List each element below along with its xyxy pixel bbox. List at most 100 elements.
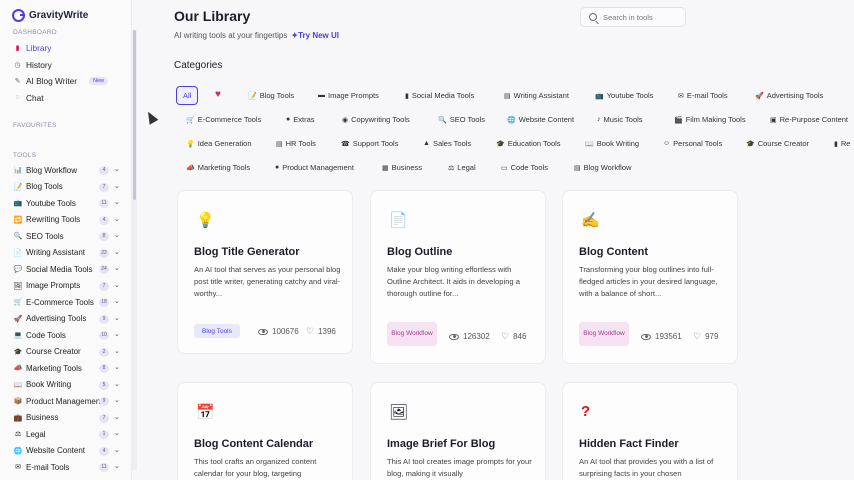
chevron-down-icon[interactable]: ⌄ — [114, 396, 120, 404]
tool-card-blog-outline[interactable]: 📄 Blog Outline Make your blog writing ef… — [370, 190, 546, 364]
card-description: An AI tool that provides you with a list… — [579, 457, 714, 478]
category-chip-advertising-tools[interactable]: 🚀 Advertising Tools — [755, 87, 823, 104]
search-input[interactable]: Search in tools — [580, 7, 686, 27]
app-logo[interactable]: GravityWrite — [12, 9, 88, 22]
category-chip-all[interactable]: All — [176, 86, 199, 105]
tool-card-image-brief-for-blog[interactable]: 🖼 Image Brief For Blog This AI tool crea… — [370, 382, 546, 480]
category-chip-copywriting[interactable]: ◉ Copywriting Tools — [342, 111, 410, 128]
sidebar-item-ecommerce-tools[interactable]: 🛒 E-Commerce Tools 18 ⌄ — [0, 294, 131, 311]
sidebar-item-email-tools[interactable]: ✉ E-mail Tools 11 ⌄ — [0, 459, 131, 476]
chevron-down-icon[interactable]: ⌄ — [114, 165, 120, 173]
chevron-down-icon[interactable]: ⌄ — [114, 314, 120, 322]
copywriting-icon: ◉ — [342, 116, 349, 124]
nav-item-library[interactable]: ▮ Library — [0, 40, 131, 57]
category-chip-idea-generation[interactable]: 💡 Idea Generation — [186, 135, 252, 152]
sidebar-item-seo-tools[interactable]: 🔍 SEO Tools 8 ⌄ — [0, 228, 131, 245]
sidebar-item-book-writing[interactable]: 📖 Book Writing 5 ⌄ — [0, 377, 131, 394]
category-chip-sales-tools[interactable]: ▲ Sales Tools — [423, 135, 471, 152]
category-chip-blog-tools[interactable]: 📝 Blog Tools — [248, 87, 294, 104]
category-chip-repurpose[interactable]: ▣ Re-Purpose Content — [770, 111, 848, 128]
legal-icon: ⚖ — [14, 431, 22, 439]
card-likes[interactable]: ♡ 979 — [693, 331, 718, 342]
chevron-down-icon[interactable]: ⌄ — [114, 215, 120, 223]
tool-card-blog-title-generator[interactable]: 💡 Blog Title Generator An AI tool that s… — [177, 190, 353, 354]
book-icon: ▮ — [15, 45, 20, 53]
category-chip-ecommerce[interactable]: 🛒 E-Commerce Tools — [186, 111, 261, 128]
category-chip-website-content[interactable]: 🌐 Website Content — [507, 111, 574, 128]
category-chip-favourites[interactable]: ♥ — [215, 86, 221, 103]
sidebar-item-image-prompts[interactable]: 🖼 Image Prompts 7 ⌄ — [0, 278, 131, 295]
card-likes[interactable]: ♡ 1396 — [306, 326, 336, 337]
chevron-down-icon[interactable]: ⌄ — [114, 462, 120, 470]
sidebar-item-course-creator[interactable]: 🎓 Course Creator 2 ⌄ — [0, 344, 131, 361]
chevron-down-icon[interactable]: ⌄ — [114, 363, 120, 371]
category-chip-seo-tools[interactable]: 🔍 SEO Tools — [438, 111, 485, 128]
category-chip-marketing-tools[interactable]: 📣 Marketing Tools — [186, 159, 250, 176]
nav-item-chat[interactable]: ◌ Chat — [0, 90, 131, 107]
category-chip-education-tools[interactable]: 🎓 Education Tools — [496, 135, 561, 152]
chevron-down-icon[interactable]: ⌄ — [114, 446, 120, 454]
category-chip-blog-workflow[interactable]: ▤ Blog Workflow — [574, 159, 631, 176]
category-chip-image-prompts[interactable]: ▬ Image Prompts — [318, 87, 379, 104]
chevron-down-icon[interactable]: ⌄ — [114, 413, 120, 421]
chevron-down-icon[interactable]: ⌄ — [114, 231, 120, 239]
chevron-down-icon[interactable]: ⌄ — [114, 182, 120, 190]
card-description: An AI tool that serves as your personal … — [194, 265, 341, 298]
category-chip-code-tools[interactable]: ▭ Code Tools — [501, 159, 548, 176]
chevron-down-icon[interactable]: ⌄ — [114, 380, 120, 388]
tool-card-blog-content-calendar[interactable]: 📅 Blog Content Calendar This tool crafts… — [177, 382, 353, 480]
sidebar-item-legal[interactable]: ⚖ Legal 1 ⌄ — [0, 426, 131, 443]
chevron-down-icon[interactable]: ⌄ — [114, 281, 120, 289]
category-chip-social-media[interactable]: ▮ Social Media Tools — [405, 87, 474, 104]
chevron-down-icon[interactable]: ⌄ — [114, 264, 120, 272]
sidebar-item-youtube-tools[interactable]: 📺 Youtube Tools 11 ⌄ — [0, 195, 131, 212]
card-title: Hidden Fact Finder — [579, 438, 679, 450]
nav-item-label: Library — [26, 43, 52, 54]
chevron-down-icon[interactable]: ⌄ — [114, 330, 120, 338]
card-likes[interactable]: ♡ 846 — [501, 331, 526, 342]
category-chip-product-management[interactable]: ● Product Management — [275, 159, 354, 176]
category-chip-hr-tools[interactable]: ▤ HR Tools — [276, 135, 316, 152]
category-chip-extras[interactable]: ● Extras — [286, 111, 315, 128]
chevron-down-icon[interactable]: ⌄ — [114, 347, 120, 355]
card-tag[interactable]: Blog Tools — [194, 324, 240, 338]
chevron-down-icon[interactable]: ⌄ — [114, 198, 120, 206]
card-tag[interactable]: Blog Workflow — [387, 322, 437, 346]
category-chip-business[interactable]: ▦ Business — [382, 159, 422, 176]
sidebar-item-social-media-tools[interactable]: 💬 Social Media Tools 24 ⌄ — [0, 261, 131, 278]
category-chip-film-making[interactable]: 🎬 Film Making Tools — [674, 111, 746, 128]
ecommerce-icon: 🛒 — [13, 299, 23, 307]
category-chip-music-tools[interactable]: ♪ Music Tools — [597, 111, 643, 128]
category-chip-legal[interactable]: ⚖ Legal — [448, 159, 476, 176]
tool-card-blog-content[interactable]: ✍ Blog Content Transforming your blog ou… — [562, 190, 738, 364]
category-chip-youtube-tools[interactable]: 📺 Youtube Tools — [595, 87, 653, 104]
sidebar-item-blog-workflow[interactable]: 📊 Blog Workflow 4 ⌄ — [0, 162, 131, 179]
sidebar-item-product-management[interactable]: 📦 Product Management 9 ⌄ — [0, 393, 131, 410]
sidebar-item-website-content[interactable]: 🌐 Website Content 4 ⌄ — [0, 443, 131, 460]
category-chip-book-writing[interactable]: 📖 Book Writing — [585, 135, 639, 152]
sidebar-item-business[interactable]: 💼 Business 7 ⌄ — [0, 410, 131, 427]
sales-icon: ▲ — [423, 140, 430, 147]
category-chip-email-tools[interactable]: ✉ E-mail Tools — [678, 87, 728, 104]
nav-item-ai-blog-writer[interactable]: ✎ AI Blog Writer New — [0, 73, 131, 90]
card-tag[interactable]: Blog Workflow — [579, 322, 629, 346]
category-chip-truncated[interactable]: ▮ Re — [834, 135, 850, 152]
sidebar-scroll-thumb[interactable] — [133, 30, 136, 200]
category-chip-course-creator[interactable]: 🎓 Course Creator — [746, 135, 809, 152]
eye-icon — [258, 328, 268, 335]
tool-card-hidden-fact-finder[interactable]: ? Hidden Fact Finder An AI tool that pro… — [562, 382, 738, 480]
sidebar-item-code-tools[interactable]: 💻 Code Tools 10 ⌄ — [0, 327, 131, 344]
chevron-down-icon[interactable]: ⌄ — [114, 297, 120, 305]
category-chip-writing-assistant[interactable]: ▤ Writing Assistant — [504, 87, 569, 104]
category-chip-support-tools[interactable]: ☎ Support Tools — [341, 135, 398, 152]
sidebar-item-rewriting-tools[interactable]: 🔁 Rewriting Tools 4 ⌄ — [0, 212, 131, 229]
sidebar-item-writing-assistant[interactable]: 📄 Writing Assistant 22 ⌄ — [0, 245, 131, 262]
nav-item-history[interactable]: ◷ History — [0, 57, 131, 74]
sidebar-item-advertising-tools[interactable]: 🚀 Advertising Tools 9 ⌄ — [0, 311, 131, 328]
sidebar-item-marketing-tools[interactable]: 📣 Marketing Tools 8 ⌄ — [0, 360, 131, 377]
chevron-down-icon[interactable]: ⌄ — [114, 429, 120, 437]
chevron-down-icon[interactable]: ⌄ — [114, 248, 120, 256]
try-new-ui-link[interactable]: ✦Try New UI — [291, 31, 339, 40]
category-chip-personal-tools[interactable]: ☺ Personal Tools — [663, 135, 722, 152]
sidebar-item-blog-tools[interactable]: 📝 Blog Tools 7 ⌄ — [0, 179, 131, 196]
